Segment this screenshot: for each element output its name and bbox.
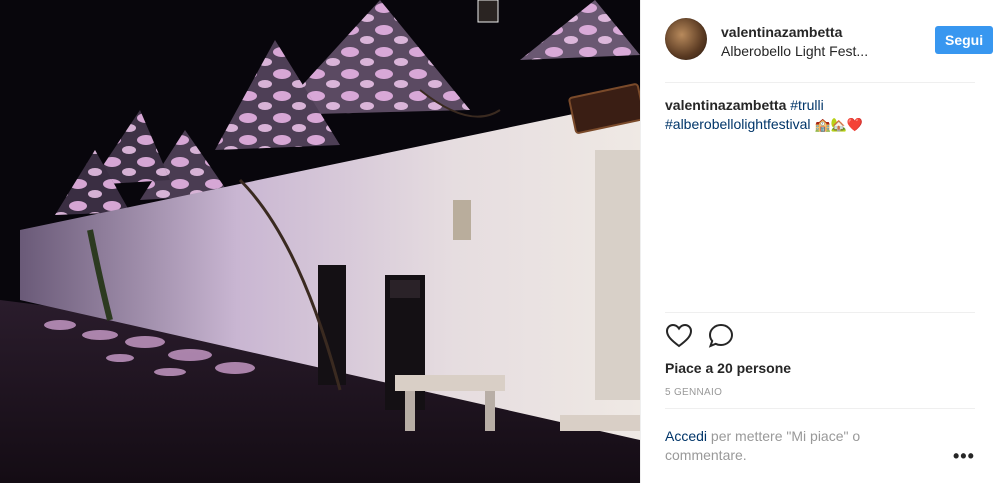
caption-username[interactable]: valentinazambetta xyxy=(665,97,786,113)
trulli-night-scene xyxy=(0,0,640,483)
post-sidebar: valentinazambetta Alberobello Light Fest… xyxy=(640,0,1000,483)
hashtag-alberobellolightfestival[interactable]: #alberobellolightfestival xyxy=(665,116,811,132)
post-date: 5 GENNAIO xyxy=(665,387,723,398)
actions-divider xyxy=(665,312,975,313)
post-header: valentinazambetta Alberobello Light Fest… xyxy=(665,16,994,76)
heart-icon[interactable] xyxy=(665,322,693,350)
hashtag-trulli[interactable]: #trulli xyxy=(790,97,823,113)
login-link[interactable]: Accedi xyxy=(665,428,707,444)
likes-count[interactable]: Piace a 20 persone xyxy=(665,360,791,376)
post-caption: valentinazambetta #trulli #alberobelloli… xyxy=(665,96,965,135)
more-options-icon[interactable]: ••• xyxy=(953,446,975,467)
follow-button[interactable]: Segui xyxy=(935,26,994,54)
post-photo xyxy=(0,0,640,483)
header-divider xyxy=(665,82,975,83)
avatar[interactable] xyxy=(665,18,707,60)
location-link[interactable]: Alberobello Light Fest... xyxy=(721,43,891,59)
username-link[interactable]: valentinazambetta xyxy=(721,24,842,40)
comment-divider xyxy=(665,408,975,409)
speech-bubble-icon[interactable] xyxy=(707,322,735,350)
comment-prompt: Accedi per mettere "Mi piace" o commenta… xyxy=(665,427,915,465)
caption-emojis: 🏫🏡❤️ xyxy=(814,118,863,133)
